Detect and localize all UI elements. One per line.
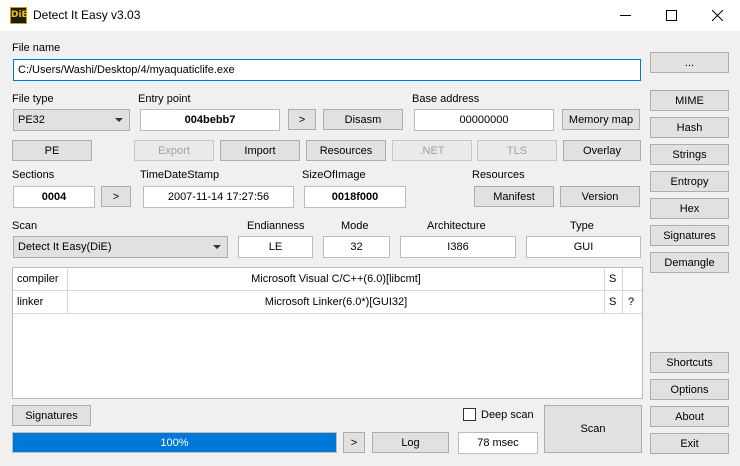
architecture-label: Architecture	[427, 220, 486, 232]
endianness-label: Endianness	[247, 220, 305, 232]
app-logo: DiE	[10, 7, 28, 24]
base-address-field[interactable]: 00000000	[414, 109, 554, 131]
chevron-down-icon	[115, 118, 123, 122]
minimize-button[interactable]	[602, 0, 648, 31]
file-name-label: File name	[12, 42, 61, 54]
file-name-input[interactable]: C:/Users/Washi/Desktop/4/myaquaticlife.e…	[13, 59, 641, 81]
scan-time-field: 78 msec	[458, 432, 538, 454]
close-button[interactable]	[694, 0, 740, 31]
entry-point-next-button[interactable]: >	[288, 109, 316, 130]
options-button[interactable]: Options	[650, 379, 729, 400]
entry-point-label: Entry point	[138, 93, 191, 105]
architecture-field[interactable]: I386	[400, 236, 516, 258]
minimize-icon	[619, 15, 631, 16]
version-button[interactable]: Version	[560, 186, 640, 207]
timedatestamp-field[interactable]: 2007-11-14 17:27:56	[143, 186, 294, 208]
sizeofimage-field[interactable]: 0018f000	[304, 186, 406, 208]
result-info-button[interactable]	[623, 268, 642, 290]
import-button[interactable]: Import	[220, 140, 300, 161]
sections-next-button[interactable]: >	[101, 186, 131, 207]
scan-button[interactable]: Scan	[544, 405, 642, 453]
pe-button[interactable]: PE	[12, 140, 92, 161]
table-row[interactable]: compiler Microsoft Visual C/C++(6.0)[lib…	[13, 268, 642, 291]
sections-field[interactable]: 0004	[13, 186, 95, 208]
progress-text: 100%	[160, 436, 189, 449]
timedatestamp-label: TimeDateStamp	[140, 169, 220, 181]
maximize-button[interactable]	[648, 0, 694, 31]
strings-button[interactable]: Strings	[650, 144, 729, 165]
scan-results-table[interactable]: compiler Microsoft Visual C/C++(6.0)[lib…	[12, 267, 643, 399]
result-name-cell: Microsoft Linker(6.0*)[GUI32]	[68, 291, 605, 313]
demangle-button[interactable]: Demangle	[650, 252, 729, 273]
memory-map-button[interactable]: Memory map	[562, 109, 640, 130]
signatures-bottom-button[interactable]: Signatures	[12, 405, 91, 426]
type-label: Type	[570, 220, 594, 232]
result-signature-button[interactable]: S	[605, 268, 623, 290]
mode-label: Mode	[341, 220, 369, 232]
file-type-label: File type	[12, 93, 54, 105]
resources-label: Resources	[472, 169, 525, 181]
mime-button[interactable]: MIME	[650, 90, 729, 111]
sizeofimage-label: SizeOfImage	[302, 169, 366, 181]
sections-label: Sections	[12, 169, 55, 181]
manifest-button[interactable]: Manifest	[474, 186, 554, 207]
file-type-select[interactable]: PE32	[13, 109, 130, 131]
hex-button[interactable]: Hex	[650, 198, 729, 219]
close-icon	[711, 10, 723, 21]
progress-next-button[interactable]: >	[343, 432, 365, 453]
tls-button[interactable]: TLS	[477, 140, 557, 161]
scan-label: Scan	[12, 220, 38, 232]
entry-point-field[interactable]: 004bebb7	[140, 109, 280, 131]
browse-file-button[interactable]: ...	[650, 52, 729, 73]
export-button[interactable]: Export	[134, 140, 214, 161]
entropy-button[interactable]: Entropy	[650, 171, 729, 192]
result-signature-button[interactable]: S	[605, 291, 623, 313]
about-button[interactable]: About	[650, 406, 729, 427]
scan-engine-select[interactable]: Detect It Easy(DiE)	[13, 236, 228, 258]
net-button[interactable]: .NET	[392, 140, 472, 161]
result-type-cell: compiler	[13, 268, 68, 290]
shortcuts-button[interactable]: Shortcuts	[650, 352, 729, 373]
type-field[interactable]: GUI	[526, 236, 641, 258]
deep-scan-checkbox[interactable]	[463, 408, 476, 421]
maximize-icon	[665, 10, 677, 21]
log-button[interactable]: Log	[372, 432, 449, 453]
signatures-side-button[interactable]: Signatures	[650, 225, 729, 246]
mode-field[interactable]: 32	[323, 236, 390, 258]
scan-progress-bar: 100%	[12, 432, 337, 453]
endianness-field[interactable]: LE	[238, 236, 313, 258]
deep-scan-label: Deep scan	[481, 409, 534, 421]
window-title: Detect It Easy v3.03	[33, 8, 141, 22]
result-name-cell: Microsoft Visual C/C++(6.0)[libcmt]	[68, 268, 605, 290]
table-row[interactable]: linker Microsoft Linker(6.0*)[GUI32] S ?	[13, 291, 642, 314]
hash-button[interactable]: Hash	[650, 117, 729, 138]
resources-button[interactable]: Resources	[306, 140, 386, 161]
result-type-cell: linker	[13, 291, 68, 313]
overlay-button[interactable]: Overlay	[563, 140, 641, 161]
file-type-value: PE32	[18, 114, 45, 126]
exit-button[interactable]: Exit	[650, 433, 729, 454]
base-address-label: Base address	[412, 93, 480, 105]
result-info-button[interactable]: ?	[623, 291, 642, 313]
disasm-button[interactable]: Disasm	[323, 109, 403, 130]
chevron-down-icon	[213, 245, 221, 249]
scan-engine-value: Detect It Easy(DiE)	[18, 241, 112, 253]
